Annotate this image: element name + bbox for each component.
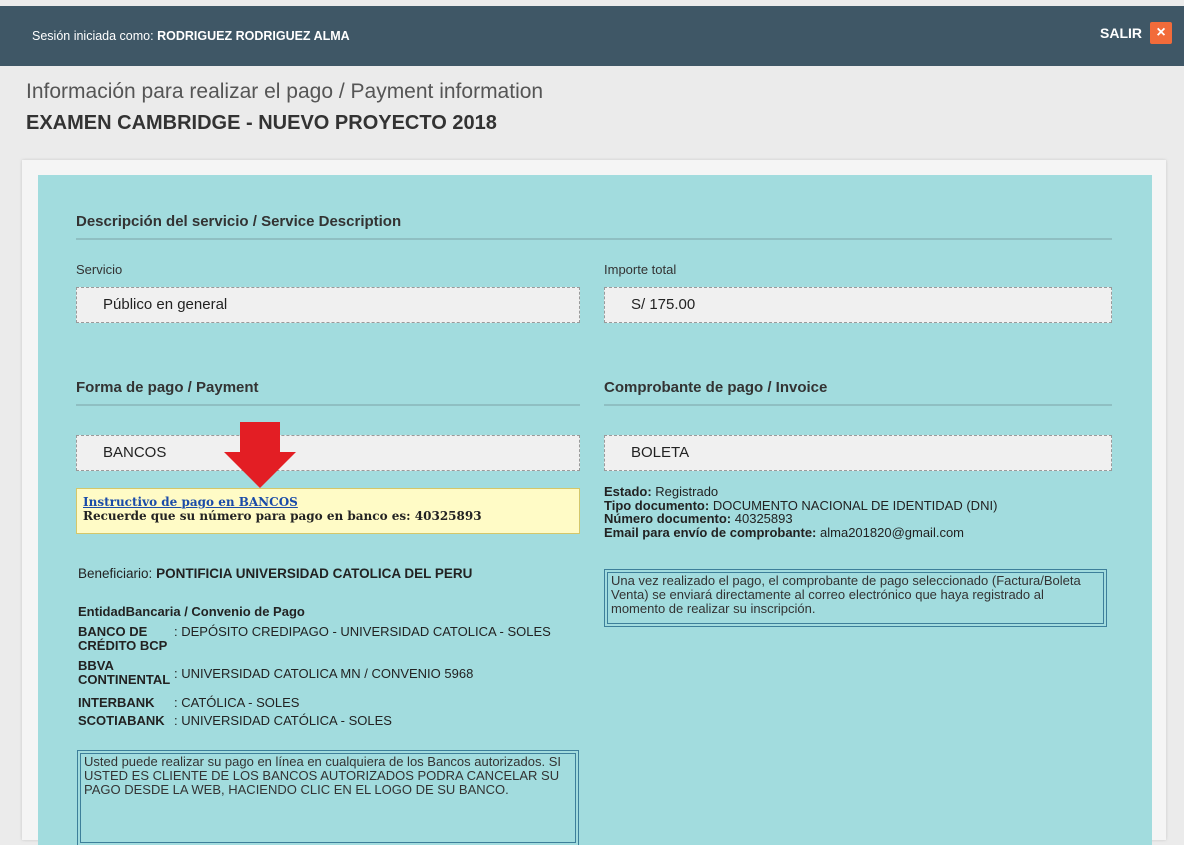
logout-button[interactable]: SALIR × bbox=[1100, 22, 1172, 44]
beneficiario-value: PONTIFICIA UNIVERSIDAD CATOLICA DEL PERU bbox=[156, 566, 473, 581]
bank-table-header: EntidadBancaria / Convenio de Pago bbox=[78, 604, 305, 619]
invoice-type-field: BOLETA bbox=[604, 435, 1112, 471]
bank-convenio: : CATÓLICA - SOLES bbox=[174, 695, 300, 710]
session-info: Sesión iniciada como: RODRIGUEZ RODRIGUE… bbox=[32, 29, 350, 43]
importe-field: S/ 175.00 bbox=[604, 287, 1112, 323]
bank-name: BBVA CONTINENTAL bbox=[78, 658, 171, 687]
invoice-section-title: Comprobante de pago / Invoice bbox=[604, 379, 1112, 406]
beneficiario: Beneficiario: PONTIFICIA UNIVERSIDAD CAT… bbox=[78, 566, 472, 581]
beneficiario-label: Beneficiario: bbox=[78, 566, 153, 581]
email-value: alma201820@gmail.com bbox=[820, 524, 965, 540]
servicio-field: Público en general bbox=[76, 287, 580, 323]
email-label: Email para envío de comprobante: bbox=[604, 524, 817, 540]
bank-convenio: : UNIVERSIDAD CATOLICA MN / CONVENIO 596… bbox=[174, 666, 474, 681]
bank-name: BANCO DE CRÉDITO BCP bbox=[78, 624, 168, 653]
invoice-note: Una vez realizado el pago, el comprobant… bbox=[604, 569, 1107, 627]
bank-instructions-box: Instructivo de pago en BANCOS Recuerde q… bbox=[76, 488, 580, 534]
service-section-title: Descripción del servicio / Service Descr… bbox=[76, 213, 1112, 240]
session-user-name: RODRIGUEZ RODRIGUEZ ALMA bbox=[157, 29, 350, 43]
session-prefix: Sesión iniciada como: bbox=[32, 29, 154, 43]
top-bar: Sesión iniciada como: RODRIGUEZ RODRIGUE… bbox=[0, 6, 1184, 66]
importe-label: Importe total bbox=[604, 262, 677, 277]
payment-method-field: BANCOS bbox=[76, 435, 580, 471]
bank-convenio: : UNIVERSIDAD CATÓLICA - SOLES bbox=[174, 713, 392, 728]
close-icon[interactable]: × bbox=[1150, 22, 1172, 44]
bank-instructions-link[interactable]: Instructivo de pago en BANCOS bbox=[83, 495, 573, 509]
page-subtitle: EXAMEN CAMBRIDGE - NUEVO PROYECTO 2018 bbox=[26, 112, 497, 134]
bank-row: SCOTIABANK : UNIVERSIDAD CATÓLICA - SOLE… bbox=[78, 714, 392, 728]
payment-section-title: Forma de pago / Payment bbox=[76, 379, 580, 406]
logout-label: SALIR bbox=[1100, 25, 1142, 41]
page-title: Información para realizar el pago / Paym… bbox=[26, 80, 544, 103]
servicio-label: Servicio bbox=[76, 262, 123, 277]
bank-convenio: : DEPÓSITO CREDIPAGO - UNIVERSIDAD CATOL… bbox=[174, 624, 551, 639]
bank-name: INTERBANK bbox=[78, 695, 155, 710]
bank-payment-number-note: Recuerde que su número para pago en banc… bbox=[83, 509, 482, 523]
bank-row: BANCO DE CRÉDITO BCP : DEPÓSITO CREDIPAG… bbox=[78, 625, 554, 653]
bank-row: INTERBANK : CATÓLICA - SOLES bbox=[78, 696, 299, 710]
bank-row: BBVA CONTINENTAL : UNIVERSIDAD CATOLICA … bbox=[78, 657, 473, 687]
down-arrow-icon bbox=[224, 422, 296, 488]
online-payment-note: Usted puede realizar su pago en línea en… bbox=[77, 750, 579, 845]
invoice-details: Estado: Registrado Tipo documento: DOCUM… bbox=[604, 485, 997, 539]
bank-name: SCOTIABANK bbox=[78, 713, 165, 728]
